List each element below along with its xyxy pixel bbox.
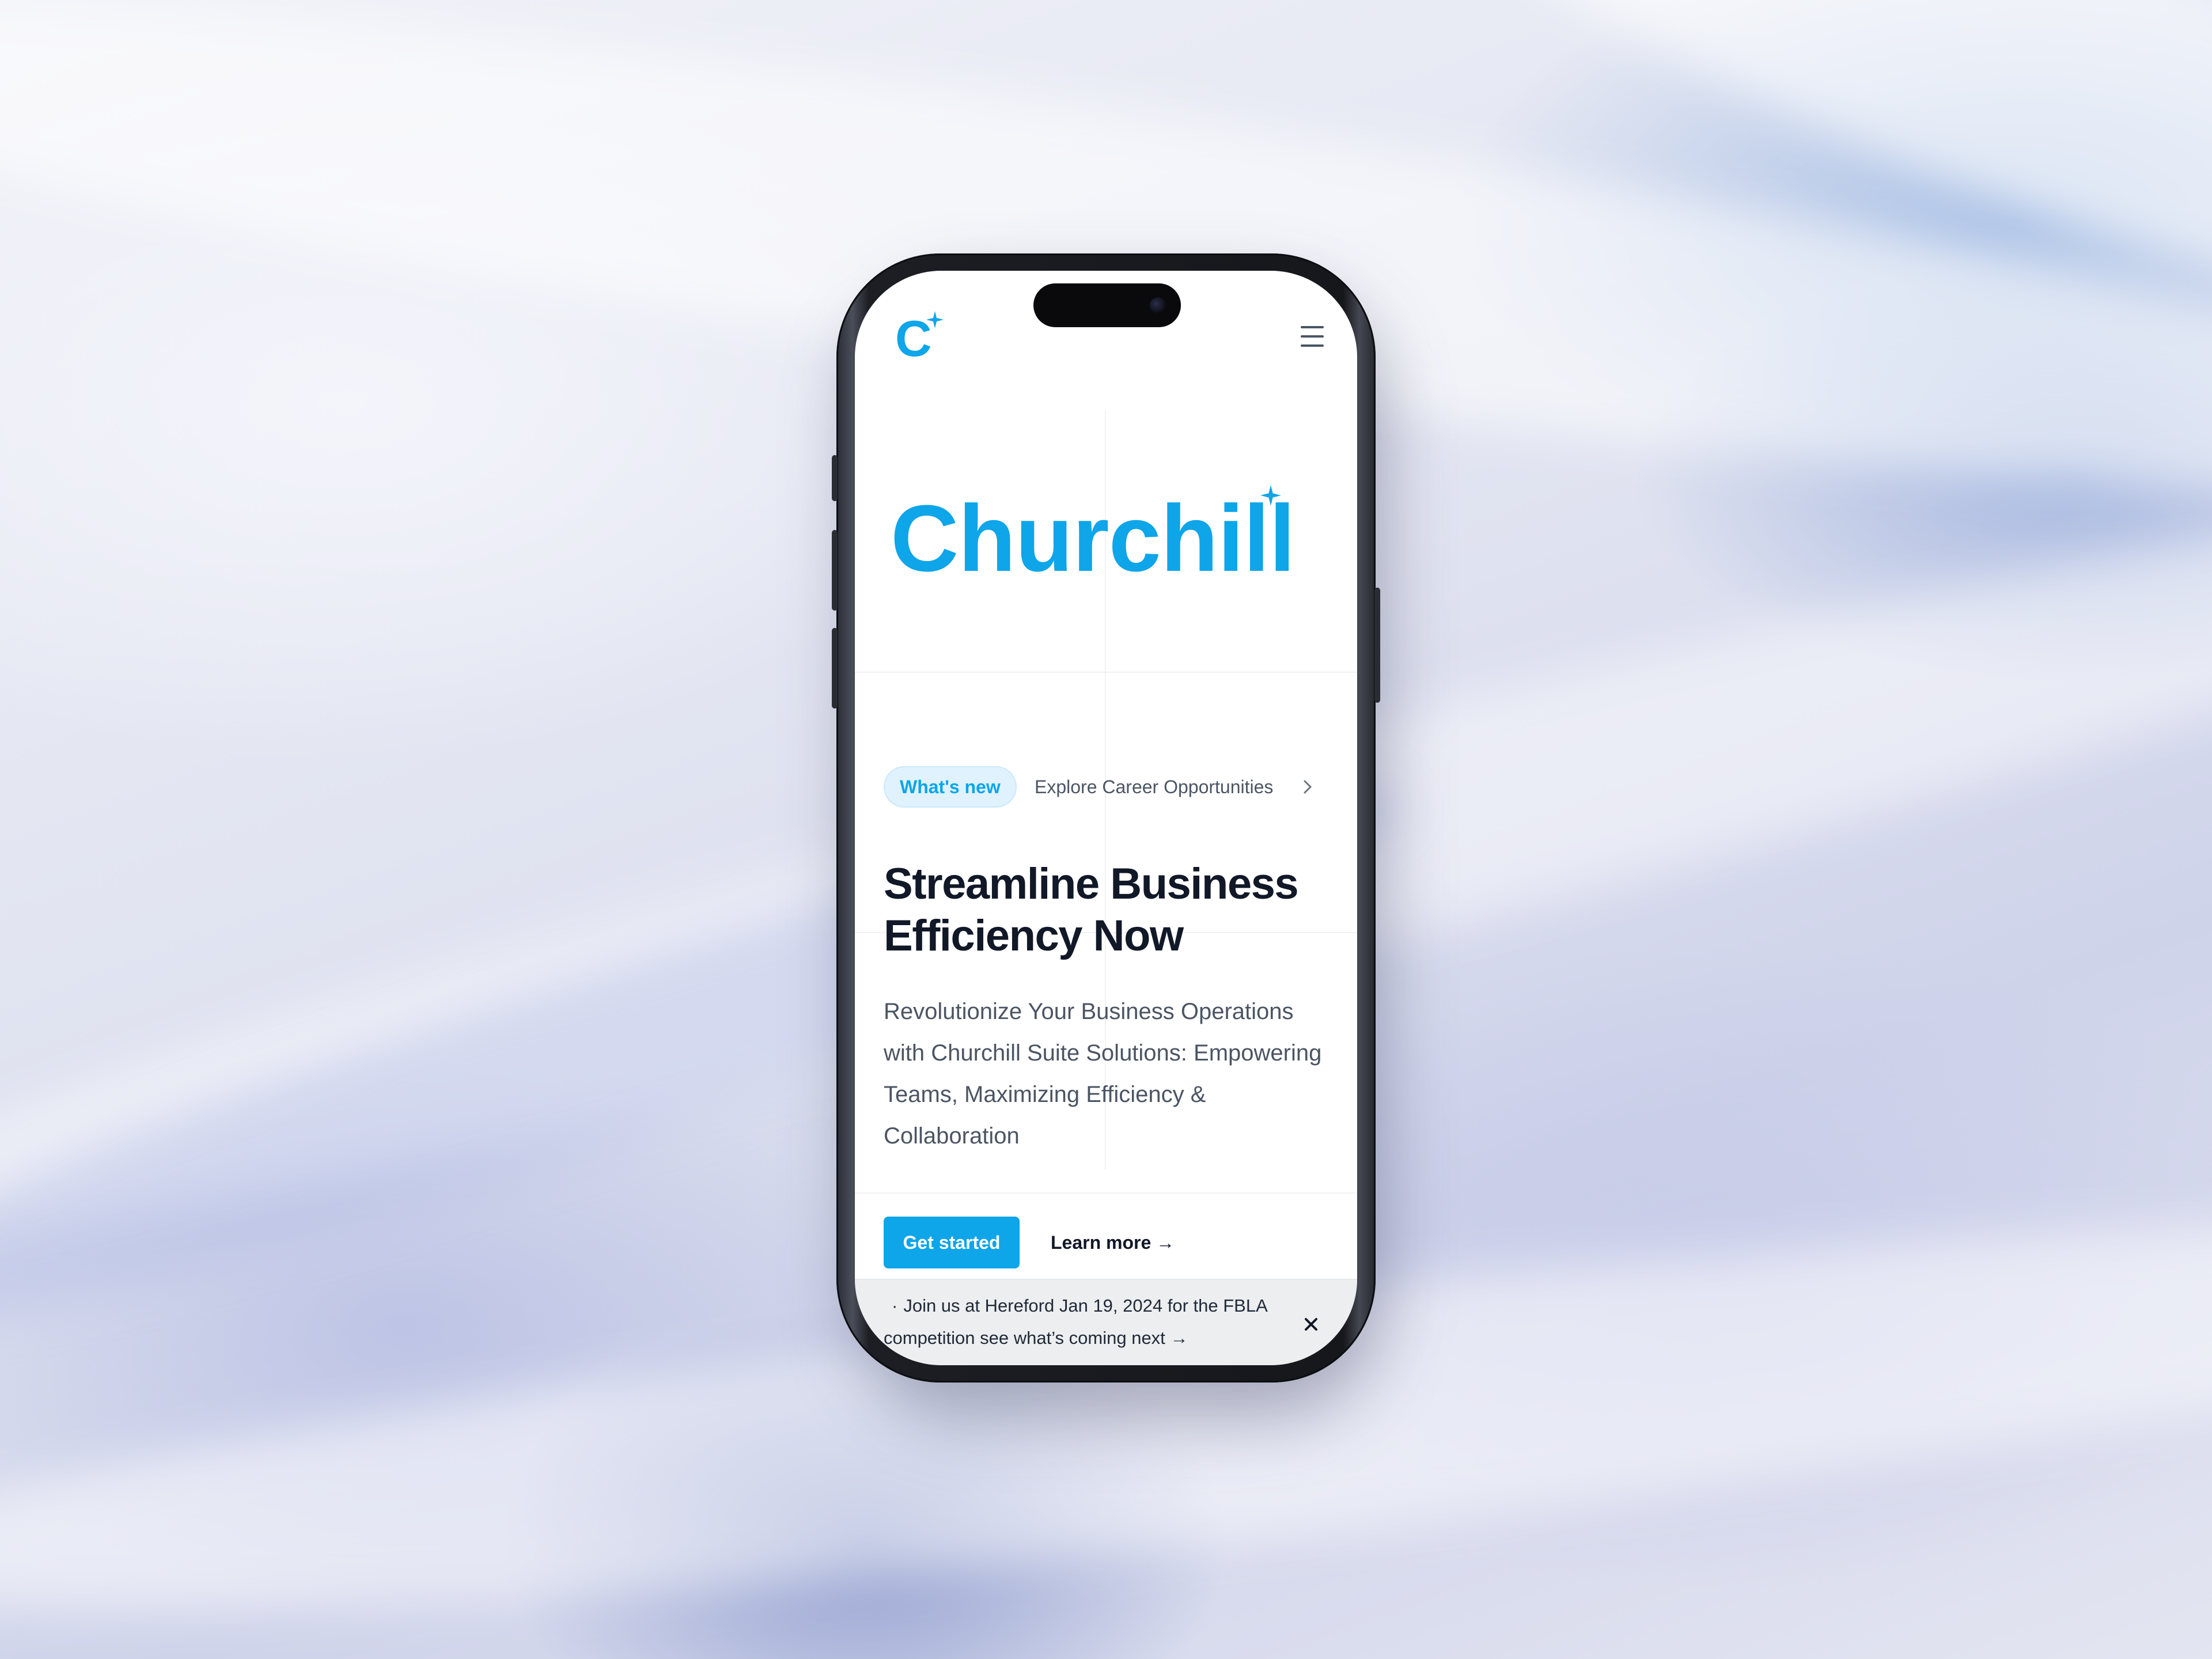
banner-message[interactable]: · Join us at Hereford Jan 19, 2024 for th… [884,1290,1281,1354]
phone-volume-up-button [832,530,838,611]
close-icon[interactable] [1300,1313,1323,1336]
phone-volume-down-button [832,628,838,709]
banner-bullet: · [892,1296,898,1316]
sparkle-icon [926,311,944,328]
chevron-right-icon [1304,780,1312,794]
grid-line [855,1192,1357,1194]
phone-mockup: C Churchill What's new Explore Career Op… [832,253,1380,1382]
dynamic-island [1033,283,1181,327]
phone-action-button [832,455,838,501]
banner-text: Join us at Hereford Jan 19, 2024 for the… [884,1296,1267,1348]
career-opportunities-link[interactable]: Explore Career Opportunities [1035,766,1273,808]
whats-new-badge[interactable]: What's new [884,766,1017,808]
learn-more-link[interactable]: Learn more → [1051,1217,1175,1268]
announcement-banner: · Join us at Hereford Jan 19, 2024 for th… [855,1279,1357,1365]
page-title: Streamline Business Efficiency Now [884,859,1299,960]
phone-screen: C Churchill What's new Explore Career Op… [855,271,1357,1365]
get-started-button[interactable]: Get started [884,1217,1020,1268]
hero-description: Revolutionize Your Business Operations w… [884,999,1322,1149]
brand-wordmark: Churchill [891,486,1296,591]
logo-icon[interactable]: C [895,311,953,369]
wordmark-sparkle-icon [1260,485,1281,506]
phone-power-button [1374,588,1380,703]
hamburger-menu-icon[interactable] [1298,324,1327,349]
front-camera [1150,297,1166,313]
grid-line [855,672,1357,673]
